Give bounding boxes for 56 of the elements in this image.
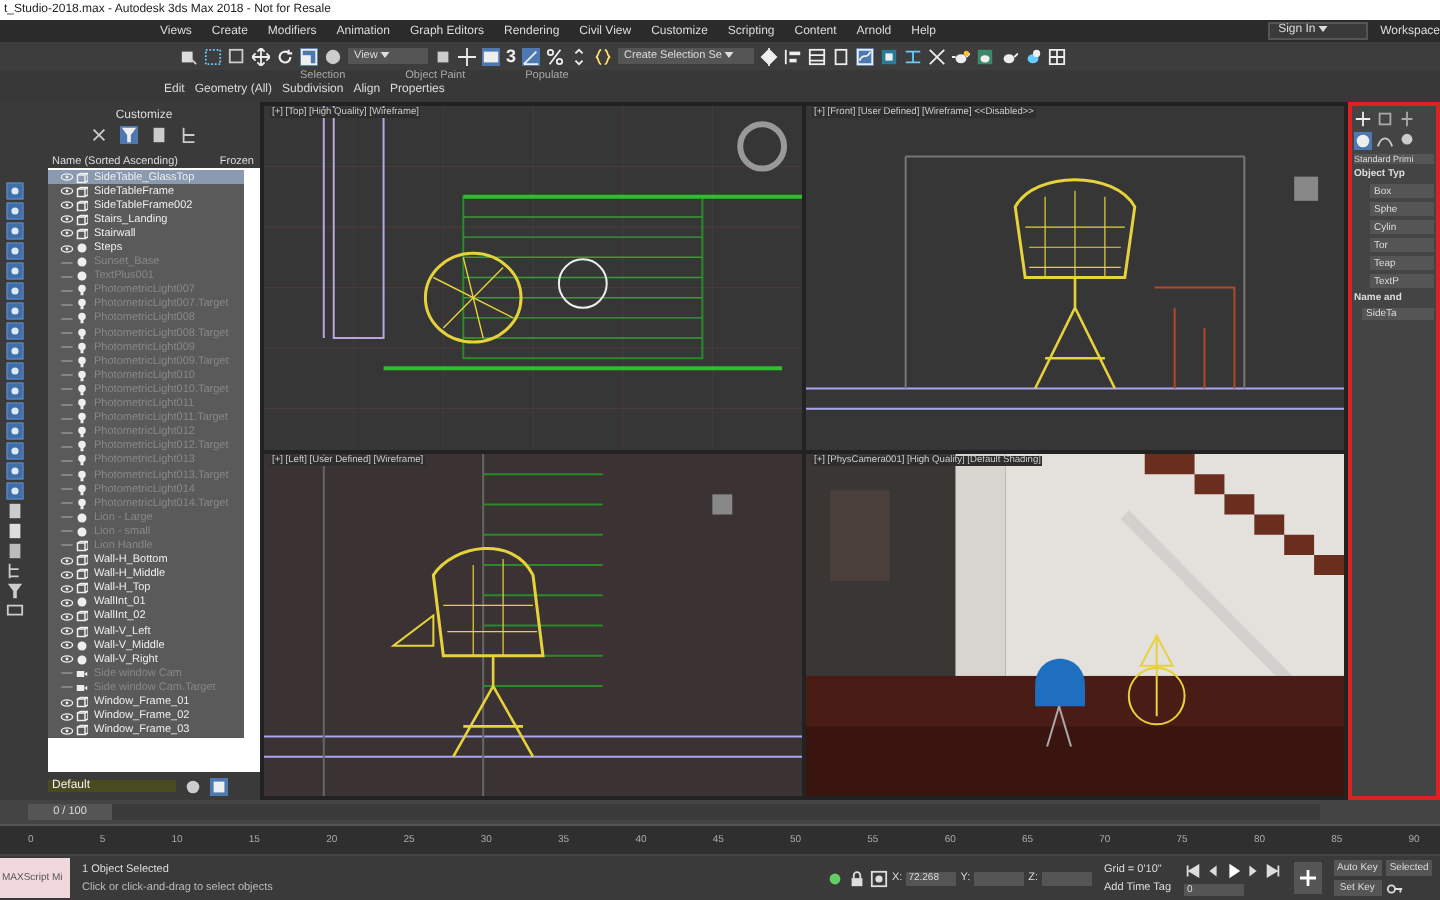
eye-icon[interactable]	[60, 697, 74, 708]
eye-icon[interactable]	[60, 654, 74, 665]
y-coordinate-field[interactable]	[974, 871, 1025, 885]
scale-icon[interactable]	[300, 47, 318, 65]
curve-editor-icon[interactable]	[856, 47, 875, 65]
curly-braces-icon[interactable]	[594, 47, 613, 65]
eye-icon[interactable]	[60, 611, 74, 622]
go-to-start-icon[interactable]	[1183, 861, 1202, 879]
shapes-icon[interactable]	[1376, 132, 1394, 150]
sphere-icon[interactable]	[1354, 132, 1372, 150]
eye-icon[interactable]	[60, 597, 74, 608]
eye-icon[interactable]	[60, 228, 74, 239]
spinner-snap-icon[interactable]	[570, 47, 589, 65]
tree-icon[interactable]	[180, 126, 198, 144]
eye-icon[interactable]	[60, 555, 74, 566]
eye-icon[interactable]	[60, 569, 74, 580]
eye-icon[interactable]	[60, 725, 74, 736]
eye-icon[interactable]	[60, 243, 74, 254]
go-to-end-icon[interactable]	[1263, 861, 1282, 879]
grid-icon[interactable]	[1048, 47, 1067, 65]
filter-toggle-icon[interactable]	[120, 126, 138, 144]
teapot-icon[interactable]	[952, 47, 971, 65]
caret-icon	[1318, 25, 1329, 32]
close-icon[interactable]	[90, 126, 108, 144]
plus-icon	[1297, 868, 1318, 888]
hierarchy-icon[interactable]	[5, 562, 23, 580]
monitor-icon[interactable]	[5, 602, 23, 620]
funnel-icon[interactable]	[5, 582, 23, 600]
move-icon[interactable]	[252, 47, 270, 65]
percent-snap-icon[interactable]	[546, 47, 565, 65]
hierarchy-icon[interactable]	[1398, 110, 1416, 128]
snap-toggle[interactable]: 3	[506, 47, 517, 65]
crosshair-icon[interactable]	[458, 47, 476, 65]
render-icon[interactable]	[1000, 47, 1019, 65]
eye-icon[interactable]	[60, 640, 74, 651]
eye-icon[interactable]	[60, 626, 74, 637]
play-icon[interactable]	[1223, 861, 1242, 879]
key-filters-icon[interactable]	[1385, 879, 1404, 897]
eye-icon[interactable]	[60, 711, 74, 722]
eye-icon[interactable]	[60, 186, 74, 197]
select-region-icon[interactable]	[228, 47, 246, 65]
z-coordinate-field[interactable]	[1042, 871, 1092, 885]
eye-icon[interactable]	[60, 583, 74, 594]
create-icon[interactable]	[1354, 110, 1372, 128]
select-icon[interactable]	[204, 47, 222, 65]
angle-snap-icon[interactable]	[522, 47, 541, 65]
rotate-icon[interactable]	[276, 47, 294, 65]
sphere-icon	[76, 596, 88, 609]
caret-icon	[380, 52, 391, 59]
eye-icon[interactable]	[60, 200, 74, 211]
eye-icon[interactable]	[60, 214, 74, 225]
add-button[interactable]	[1293, 862, 1322, 894]
next-frame-icon[interactable]	[1243, 861, 1262, 879]
align-icon[interactable]	[784, 47, 803, 65]
caret-icon	[724, 52, 735, 59]
lock-icon[interactable]	[848, 869, 866, 887]
